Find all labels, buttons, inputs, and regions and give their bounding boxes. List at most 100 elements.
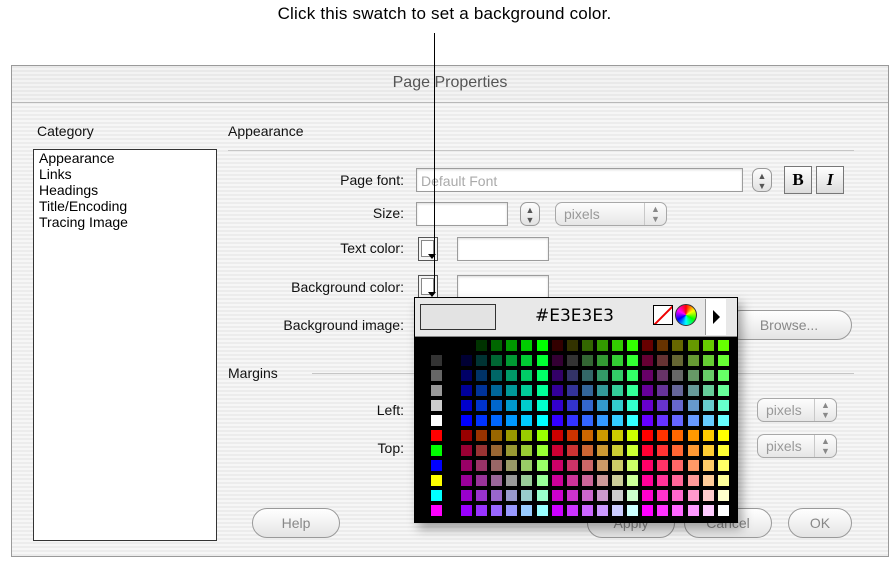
color-swatch[interactable]: [491, 355, 503, 366]
color-swatch[interactable]: [491, 505, 503, 516]
color-swatch[interactable]: [642, 460, 654, 471]
color-swatch[interactable]: [717, 355, 729, 366]
page-font-field[interactable]: Default Font: [416, 168, 743, 192]
color-swatch[interactable]: [536, 430, 548, 441]
color-swatch[interactable]: [596, 475, 608, 486]
color-swatch[interactable]: [627, 445, 639, 456]
color-swatch[interactable]: [717, 430, 729, 441]
color-swatch[interactable]: [506, 400, 518, 411]
color-swatch[interactable]: [612, 340, 623, 351]
color-swatch[interactable]: [702, 505, 714, 516]
color-swatch[interactable]: [596, 460, 608, 471]
color-swatch[interactable]: [642, 505, 654, 516]
color-swatch[interactable]: [566, 355, 578, 366]
color-swatch[interactable]: [657, 400, 669, 411]
color-swatch[interactable]: [627, 400, 639, 411]
color-swatch[interactable]: [521, 340, 533, 351]
color-swatch[interactable]: [612, 490, 623, 501]
color-swatch[interactable]: [702, 430, 714, 441]
color-swatch[interactable]: [521, 475, 533, 486]
color-swatch[interactable]: [521, 430, 533, 441]
bold-button[interactable]: B: [784, 166, 812, 194]
color-swatch[interactable]: [672, 340, 684, 351]
color-swatch[interactable]: [642, 400, 654, 411]
color-swatch[interactable]: [461, 400, 472, 411]
color-swatch[interactable]: [581, 490, 593, 501]
color-swatch[interactable]: [612, 400, 623, 411]
color-swatch[interactable]: [657, 430, 669, 441]
color-swatch[interactable]: [687, 430, 699, 441]
color-swatch[interactable]: [521, 460, 533, 471]
color-swatch[interactable]: [672, 415, 684, 426]
color-swatch[interactable]: [551, 490, 563, 501]
special-color-swatch[interactable]: [431, 400, 442, 411]
color-swatch[interactable]: [596, 430, 608, 441]
color-swatch[interactable]: [687, 505, 699, 516]
color-swatch[interactable]: [657, 460, 669, 471]
color-swatch[interactable]: [596, 445, 608, 456]
color-swatch[interactable]: [717, 490, 729, 501]
picker-menu-arrow-icon[interactable]: [705, 299, 726, 335]
color-swatch[interactable]: [687, 370, 699, 381]
color-swatch[interactable]: [717, 460, 729, 471]
color-swatch[interactable]: [672, 400, 684, 411]
color-swatch[interactable]: [596, 490, 608, 501]
color-swatch[interactable]: [461, 355, 472, 366]
color-swatch[interactable]: [596, 340, 608, 351]
color-swatch[interactable]: [672, 385, 684, 396]
color-swatch-grid[interactable]: [415, 338, 737, 522]
color-swatch[interactable]: [717, 475, 729, 486]
color-swatch[interactable]: [657, 385, 669, 396]
color-swatch[interactable]: [566, 430, 578, 441]
color-swatch[interactable]: [506, 370, 518, 381]
special-color-swatch[interactable]: [431, 370, 442, 381]
color-swatch[interactable]: [476, 415, 488, 426]
color-swatch[interactable]: [491, 400, 503, 411]
color-swatch[interactable]: [627, 475, 639, 486]
color-swatch[interactable]: [461, 460, 472, 471]
color-swatch[interactable]: [551, 415, 563, 426]
color-swatch[interactable]: [461, 415, 472, 426]
color-swatch[interactable]: [491, 370, 503, 381]
color-swatch[interactable]: [566, 415, 578, 426]
color-swatch[interactable]: [581, 430, 593, 441]
color-swatch[interactable]: [461, 475, 472, 486]
color-picker-popup[interactable]: #E3E3E3: [414, 297, 738, 523]
color-swatch[interactable]: [521, 415, 533, 426]
color-swatch[interactable]: [506, 490, 518, 501]
color-swatch[interactable]: [687, 340, 699, 351]
color-swatch[interactable]: [491, 490, 503, 501]
color-swatch[interactable]: [536, 385, 548, 396]
color-swatch[interactable]: [581, 340, 593, 351]
color-swatch[interactable]: [672, 490, 684, 501]
color-swatch[interactable]: [566, 340, 578, 351]
color-swatch[interactable]: [581, 370, 593, 381]
color-swatch[interactable]: [506, 355, 518, 366]
color-swatch[interactable]: [642, 490, 654, 501]
color-swatch[interactable]: [687, 475, 699, 486]
special-color-swatch[interactable]: [431, 505, 442, 516]
color-swatch[interactable]: [717, 385, 729, 396]
color-swatch[interactable]: [506, 385, 518, 396]
background-color-field[interactable]: [457, 275, 549, 299]
color-swatch[interactable]: [551, 460, 563, 471]
color-swatch[interactable]: [521, 505, 533, 516]
color-swatch[interactable]: [551, 430, 563, 441]
color-swatch[interactable]: [717, 415, 729, 426]
color-swatch[interactable]: [672, 460, 684, 471]
category-item-appearance[interactable]: Appearance: [34, 150, 216, 166]
color-swatch[interactable]: [687, 355, 699, 366]
size-stepper[interactable]: ▲ ▼: [520, 202, 540, 226]
color-swatch[interactable]: [627, 340, 639, 351]
color-swatch[interactable]: [476, 475, 488, 486]
category-item-links[interactable]: Links: [34, 166, 216, 182]
color-swatch[interactable]: [596, 355, 608, 366]
special-color-swatch[interactable]: [431, 445, 442, 456]
color-swatch[interactable]: [627, 385, 639, 396]
color-swatch[interactable]: [612, 355, 623, 366]
color-swatch[interactable]: [687, 415, 699, 426]
color-swatch[interactable]: [461, 340, 472, 351]
category-list[interactable]: Appearance Links Headings Title/Encoding…: [33, 149, 217, 541]
color-swatch[interactable]: [687, 400, 699, 411]
color-swatch[interactable]: [551, 385, 563, 396]
